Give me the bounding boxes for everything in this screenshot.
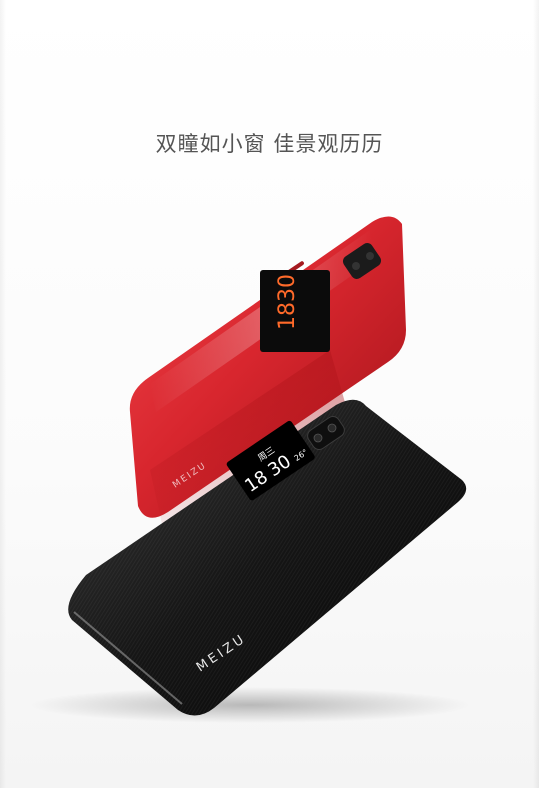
red-screen-minute: 30 [275, 274, 300, 302]
red-secondary-screen: 18 30 [260, 270, 330, 352]
product-page: 双瞳如小窗 佳景观历历 18 30 MEIZU 周三 18 30 26° MEI… [0, 0, 539, 788]
black-phone: 周三 18 30 26° MEIZU [68, 399, 467, 716]
red-screen-hour: 18 [275, 302, 300, 330]
floor-shadow [30, 687, 470, 723]
product-hero-image: 18 30 MEIZU 周三 18 30 26° MEIZU [30, 216, 470, 723]
